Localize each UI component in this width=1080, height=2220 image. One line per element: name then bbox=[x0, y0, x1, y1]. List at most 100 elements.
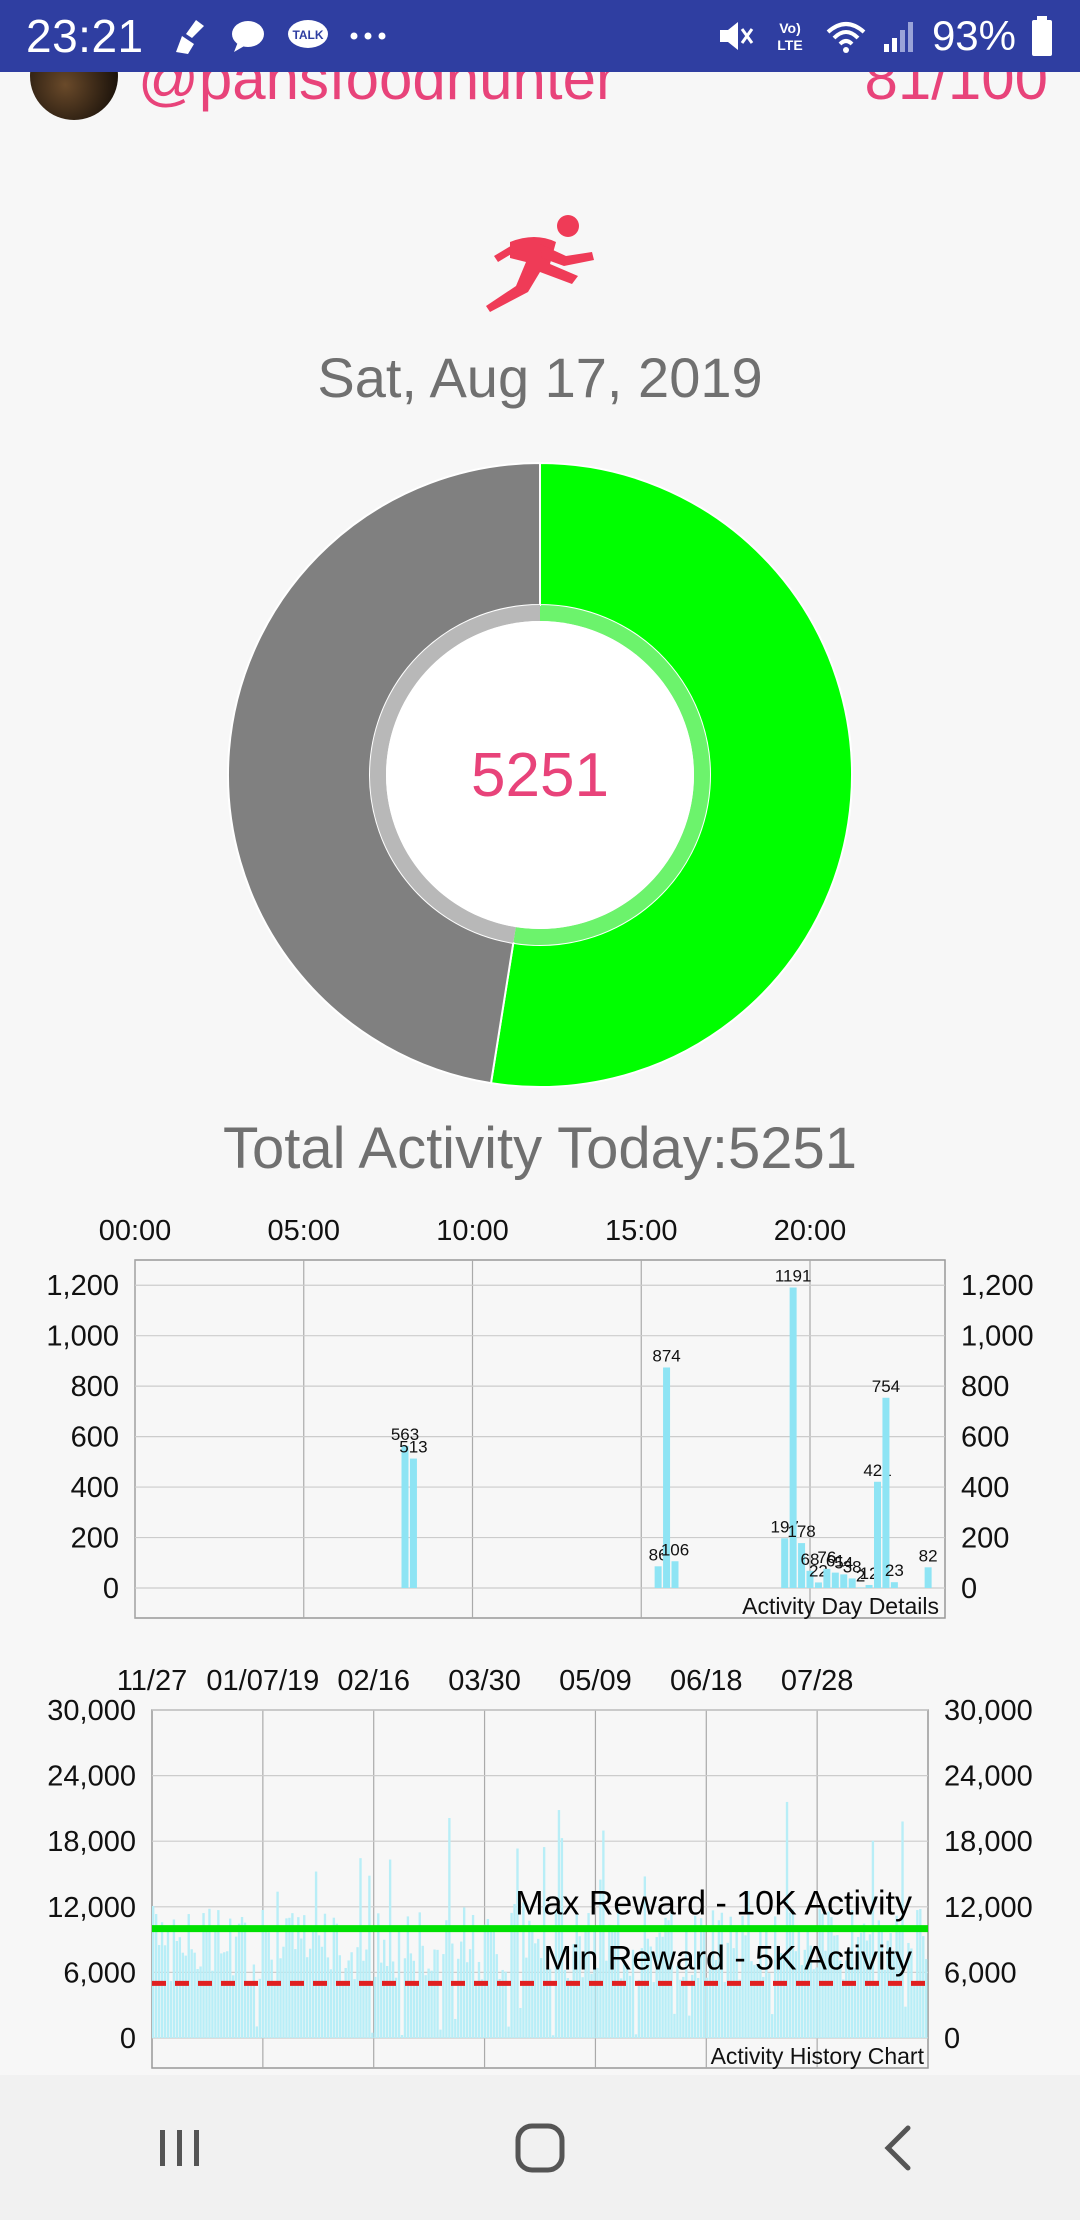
history-bar bbox=[904, 2006, 907, 2038]
history-bar bbox=[738, 1979, 741, 2038]
history-bar bbox=[883, 1969, 886, 2038]
history-bar bbox=[664, 1917, 667, 2038]
history-bar bbox=[169, 1981, 173, 2038]
history-bar bbox=[815, 1967, 818, 2038]
history-bar bbox=[344, 1967, 347, 2038]
history-bar bbox=[486, 1918, 490, 2038]
day-y-tick-label-right: 200 bbox=[961, 1523, 1009, 1555]
history-bar bbox=[240, 1916, 244, 2038]
history-bar bbox=[492, 1927, 495, 2038]
day-bar bbox=[848, 1578, 856, 1588]
history-x-tick-label: 01/07/19 bbox=[206, 1665, 319, 1697]
history-bar bbox=[243, 1922, 247, 2038]
history-bar bbox=[294, 1949, 297, 2038]
history-bar bbox=[480, 1979, 484, 2038]
history-bar bbox=[380, 1962, 383, 2038]
history-bar bbox=[667, 1920, 670, 2038]
history-bar bbox=[830, 1917, 833, 2038]
day-y-tick-label-left: 200 bbox=[71, 1523, 119, 1555]
history-bar bbox=[163, 1945, 167, 2038]
battery-percent: 93% bbox=[931, 12, 1016, 59]
day-y-tick-label-left: 400 bbox=[71, 1472, 119, 1504]
history-bar bbox=[303, 1915, 306, 2038]
history-bar bbox=[368, 1875, 371, 2038]
home-icon bbox=[515, 2123, 565, 2172]
more-dots-icon bbox=[348, 30, 388, 42]
history-bar bbox=[465, 1962, 469, 2038]
history-bar bbox=[471, 1914, 475, 2038]
history-bar bbox=[495, 1954, 498, 2038]
history-bar bbox=[460, 1941, 463, 2038]
history-bar bbox=[528, 1920, 531, 2038]
history-bar bbox=[199, 1966, 202, 2038]
history-bar bbox=[193, 1952, 196, 2038]
history-bar bbox=[412, 1960, 416, 2038]
history-y-tick-label-left: 0 bbox=[120, 2023, 136, 2055]
recents-button[interactable] bbox=[110, 2098, 250, 2198]
day-y-tick-label-right: 1,200 bbox=[961, 1270, 1034, 1302]
history-bar bbox=[229, 1918, 232, 2038]
history-x-tick-label: 03/30 bbox=[448, 1665, 521, 1697]
history-y-tick-label-right: 24,000 bbox=[944, 1761, 1033, 1793]
history-bar bbox=[596, 1968, 599, 2038]
day-bar bbox=[789, 1287, 797, 1588]
avatar[interactable] bbox=[30, 72, 118, 120]
day-bar bbox=[874, 1481, 881, 1588]
history-y-tick-label-left: 18,000 bbox=[47, 1826, 136, 1858]
history-bar bbox=[279, 1958, 282, 2038]
history-bar bbox=[451, 1943, 454, 2038]
history-bar bbox=[679, 1979, 682, 2038]
day-x-tick-label: 20:00 bbox=[774, 1215, 847, 1247]
svg-text:LTE: LTE bbox=[777, 37, 802, 53]
history-bar bbox=[525, 1957, 528, 2038]
history-bar bbox=[688, 2015, 691, 2038]
home-button[interactable] bbox=[470, 2098, 610, 2198]
history-bar bbox=[297, 1917, 300, 2038]
history-bar bbox=[359, 1858, 362, 2038]
history-bar bbox=[634, 2034, 638, 2038]
history-bar bbox=[234, 1936, 238, 2038]
activity-day-details-chart: 00:00 05:00 10:00 15:00 20:00 0 0 200 200 400 400 6… bbox=[0, 1200, 1080, 1630]
day-bar bbox=[890, 1582, 898, 1588]
day-x-tick-label: 05:00 bbox=[267, 1215, 340, 1247]
day-bar-label: 106 bbox=[661, 1540, 689, 1559]
day-bar bbox=[671, 1561, 679, 1588]
history-bar bbox=[540, 1958, 543, 2038]
history-bar bbox=[673, 2013, 676, 2038]
history-y-tick-label-right: 30,000 bbox=[944, 1695, 1033, 1727]
history-bar bbox=[696, 1977, 700, 2038]
running-person-icon bbox=[480, 212, 600, 317]
history-bar bbox=[474, 1980, 478, 2038]
history-bar bbox=[699, 1918, 703, 2038]
day-y-tick-label-left: 0 bbox=[103, 1573, 119, 1605]
back-button[interactable] bbox=[830, 2098, 970, 2198]
profile-header: @pansfoodhunter 81/100 bbox=[0, 72, 1080, 142]
history-bar bbox=[513, 1904, 516, 2038]
history-bar bbox=[430, 1970, 433, 2038]
history-bar bbox=[273, 1980, 276, 2038]
day-bar bbox=[401, 1445, 409, 1588]
history-y-tick-label-left: 30,000 bbox=[47, 1695, 136, 1727]
history-bar bbox=[383, 1939, 386, 2038]
history-bar bbox=[433, 1949, 436, 2038]
history-bar bbox=[350, 1952, 353, 2038]
wifi-icon bbox=[824, 16, 868, 56]
history-bar bbox=[175, 1941, 179, 2038]
history-bar bbox=[285, 1918, 288, 2038]
day-bar-label: 874 bbox=[652, 1346, 680, 1365]
history-bar bbox=[545, 1968, 549, 2038]
day-chart-title: Activity Day Details bbox=[742, 1593, 939, 1619]
history-bar bbox=[223, 1952, 226, 2038]
day-x-tick-label: 10:00 bbox=[436, 1215, 509, 1247]
history-y-tick-label-left: 6,000 bbox=[63, 1957, 136, 1989]
history-bar bbox=[187, 1914, 190, 2038]
svg-text:Vo): Vo) bbox=[779, 20, 801, 36]
history-bar bbox=[427, 1968, 430, 2038]
history-bar bbox=[489, 1930, 493, 2038]
history-y-tick-label-right: 6,000 bbox=[944, 1957, 1017, 1989]
history-bar bbox=[602, 1830, 605, 2038]
day-bar bbox=[409, 1458, 417, 1588]
history-bar bbox=[723, 1981, 726, 2038]
history-y-tick-label-left: 12,000 bbox=[47, 1892, 136, 1924]
history-bar bbox=[874, 1982, 878, 2038]
